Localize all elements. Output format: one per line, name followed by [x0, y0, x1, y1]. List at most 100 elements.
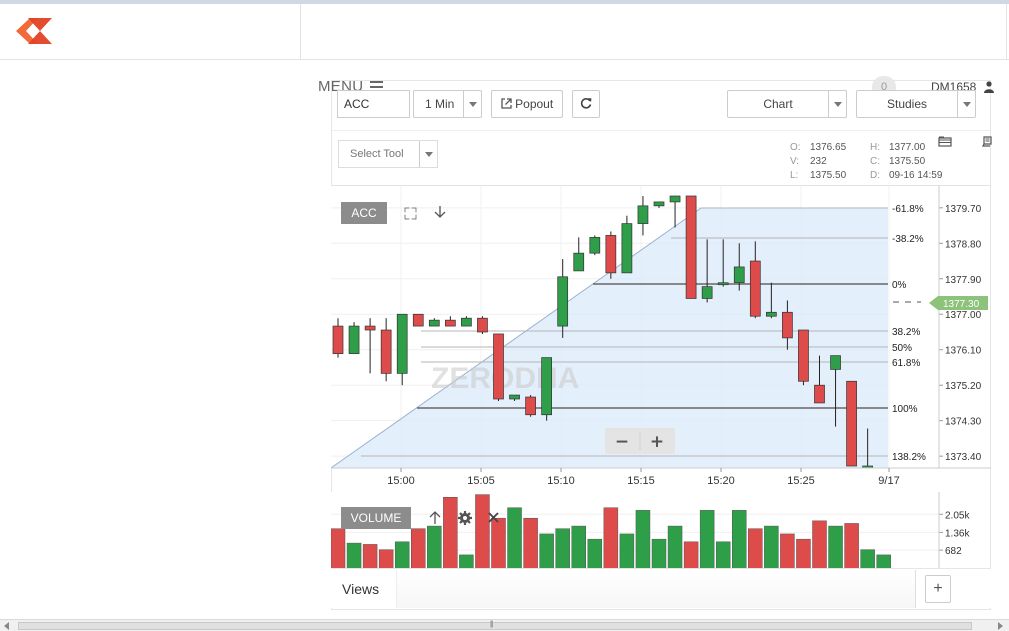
user-icon[interactable]	[984, 81, 994, 93]
layers-icon[interactable]	[938, 136, 952, 147]
volume-chart[interactable]: VOLUME 2.05k 1.36k 682	[331, 492, 991, 570]
volume-bar	[828, 525, 843, 570]
candle-body	[637, 205, 649, 224]
y-tick-label: 1377.90	[945, 275, 982, 286]
scrollbar-thumb[interactable]	[18, 622, 972, 630]
volume-bar	[603, 507, 619, 570]
fib-label: -38.2%	[892, 234, 924, 245]
volume-bar	[635, 510, 651, 570]
candle-body	[461, 317, 472, 327]
volume-bar	[475, 494, 490, 570]
gear-icon[interactable]	[458, 511, 472, 525]
chart-type-label: Chart	[763, 97, 793, 111]
candle-body	[653, 201, 665, 207]
interval-select[interactable]: 1 Min	[413, 90, 482, 118]
candle-body	[444, 319, 456, 327]
popout-button[interactable]: Popout	[491, 90, 563, 118]
volume-bar	[780, 533, 795, 570]
candle-body	[589, 237, 601, 254]
fib-label: 0%	[892, 280, 907, 291]
views-track	[396, 570, 916, 608]
chevron-down-icon	[828, 91, 846, 117]
candle-body	[348, 325, 360, 355]
book-icon[interactable]	[982, 136, 992, 147]
y-tick-label: 1373.40	[945, 452, 982, 463]
fib-label: 100%	[892, 404, 918, 415]
logo-icon[interactable]	[16, 18, 52, 44]
header-divider	[300, 4, 301, 60]
fib-label: 50%	[892, 343, 912, 354]
candle-body	[396, 313, 408, 374]
volume-bar	[587, 538, 603, 570]
external-link-icon	[501, 98, 512, 109]
add-view-button[interactable]: +	[925, 575, 951, 603]
x-tick-label: 15:05	[467, 475, 495, 487]
volume-bar	[651, 538, 667, 570]
x-tick-label: 15:00	[387, 475, 415, 487]
x-tick-label: 15:15	[627, 475, 655, 487]
candle-body	[814, 384, 825, 404]
select-tool-dropdown[interactable]: Select Tool	[338, 140, 438, 168]
ohlc-close: C:	[870, 156, 880, 167]
fib-label: 38.2%	[892, 327, 920, 338]
horizontal-scrollbar[interactable]: |||	[0, 619, 1009, 631]
candle-body	[766, 311, 777, 317]
volume-bar	[732, 510, 747, 570]
studies-select[interactable]: Studies	[856, 90, 976, 118]
volume-bar	[378, 549, 394, 570]
candle-body	[509, 394, 520, 400]
zoom-out-button[interactable]: −	[615, 432, 629, 452]
candle-body	[332, 325, 344, 355]
volume-tick-label: 682	[945, 546, 962, 557]
views-tab[interactable]: Views	[334, 570, 394, 608]
candle-body	[830, 355, 841, 370]
x-tick-label: 9/17	[878, 475, 899, 487]
candle-body	[605, 235, 617, 274]
x-axis: 15:00 15:05 15:10 15:15 15:20 15:25 9/17	[331, 467, 991, 487]
ohlc-date-value: 09-16 14:59	[889, 170, 943, 181]
volume-bar	[427, 525, 442, 570]
ohlc-low-value: 1375.50	[810, 170, 847, 181]
y-tick-label: 1377.00	[945, 310, 982, 321]
volume-tick-label: 2.05k	[945, 510, 970, 521]
candle-body	[541, 357, 552, 416]
volume-bar	[507, 507, 522, 570]
x-tick-label: 15:25	[787, 475, 815, 487]
volume-bar	[443, 496, 458, 570]
volume-bar	[571, 525, 586, 570]
zoom-in-button[interactable]: +	[650, 432, 664, 452]
volume-bar	[860, 549, 875, 570]
refresh-button[interactable]	[572, 90, 600, 118]
price-chart[interactable]: ZERODHA -61.8% -38.2% 0% 38.2% 50% 61.8% 100% 1…	[331, 186, 991, 492]
volume-tick-label: 1.36k	[945, 528, 970, 539]
x-tick-label: 15:20	[707, 475, 735, 487]
ohlc-low: L:	[790, 170, 799, 181]
candle-body	[701, 286, 713, 299]
volume-bar	[411, 528, 426, 570]
candle-body	[782, 311, 793, 339]
candle-body	[557, 276, 569, 327]
volume-bar	[619, 533, 635, 570]
y-axis: 1379.70 1378.80 1377.90 1377.00 1376.10 1375.…	[938, 186, 982, 468]
volume-bar	[812, 520, 827, 570]
candle-body	[412, 313, 424, 327]
volume-bar	[844, 523, 859, 570]
candle-body	[380, 329, 392, 374]
app-header	[0, 4, 1009, 60]
symbol-input[interactable]	[337, 90, 410, 118]
y-tick-label: 1376.10	[945, 346, 982, 357]
studies-label: Studies	[886, 97, 928, 111]
chart-type-select[interactable]: Chart	[727, 90, 847, 118]
watermark: ZERODHA	[431, 362, 579, 395]
candle-body	[477, 317, 488, 333]
volume-bar	[796, 538, 811, 570]
last-price-tag: 1377.30	[929, 296, 988, 310]
chart-symbol-label: ACC	[351, 206, 377, 220]
scroll-right-icon[interactable]	[998, 622, 1003, 630]
interval-label: 1 Min	[425, 97, 455, 111]
fib-label: 61.8%	[892, 358, 920, 369]
ohlc-high: H:	[870, 142, 880, 153]
ohlc-open-value: 1376.65	[810, 142, 847, 153]
volume-bar	[491, 517, 506, 570]
scroll-left-icon[interactable]	[4, 622, 9, 630]
